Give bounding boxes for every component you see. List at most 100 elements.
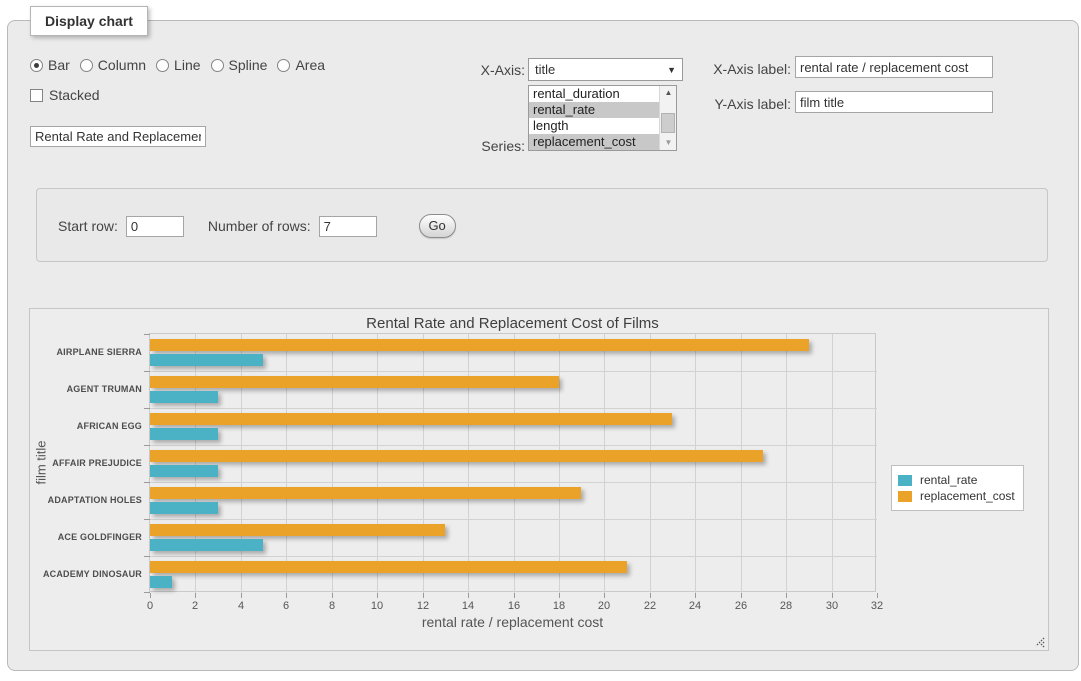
- x-axis-label-input[interactable]: [795, 56, 993, 78]
- series-option-rental_duration[interactable]: rental_duration: [529, 86, 659, 102]
- chart-type-radio-bar[interactable]: Bar: [30, 57, 70, 73]
- bar-rental_rate: [150, 539, 263, 551]
- chart-type-radio-area[interactable]: Area: [277, 57, 325, 73]
- x-tick-label: 28: [773, 600, 799, 612]
- fieldset-legend: Display chart: [30, 6, 148, 36]
- x-axis-label-label: X-Axis label:: [701, 61, 791, 77]
- scroll-down-icon[interactable]: ▼: [660, 136, 677, 150]
- bar-replacement_cost: [150, 339, 809, 351]
- x-tick: [241, 593, 242, 598]
- legend-swatch: [898, 475, 912, 486]
- bar-replacement_cost: [150, 524, 445, 536]
- x-tick-label: 4: [228, 600, 254, 612]
- legend-label: replacement_cost: [920, 489, 1015, 503]
- gridline: [741, 334, 742, 593]
- chart-title: Rental Rate and Replacement Cost of Film…: [149, 315, 876, 332]
- x-tick: [786, 593, 787, 598]
- legend-item-rental_rate: rental_rate: [898, 473, 1015, 487]
- x-tick: [650, 593, 651, 598]
- x-tick-label: 30: [819, 600, 845, 612]
- x-tick: [604, 593, 605, 598]
- radio-icon: [211, 59, 224, 72]
- number-of-rows-input[interactable]: [319, 216, 377, 237]
- bar-replacement_cost: [150, 413, 672, 425]
- stacked-checkbox[interactable]: [30, 89, 43, 102]
- bar-rental_rate: [150, 576, 172, 588]
- resize-handle-icon[interactable]: [1034, 636, 1046, 648]
- bar-rental_rate: [150, 428, 218, 440]
- y-tick: [144, 519, 150, 520]
- x-tick: [877, 593, 878, 598]
- y-tick: [144, 556, 150, 557]
- radio-label: Spline: [229, 57, 268, 73]
- x-tick: [286, 593, 287, 598]
- x-tick-label: 24: [682, 600, 708, 612]
- rows-panel-content: Start row: Number of rows: Go: [58, 214, 456, 238]
- stacked-checkbox-row[interactable]: Stacked: [30, 87, 100, 103]
- chevron-down-icon: ▼: [667, 65, 676, 75]
- legend-item-replacement_cost: replacement_cost: [898, 489, 1015, 503]
- gridline: [150, 445, 877, 446]
- series-options: rental_durationrental_ratelengthreplacem…: [529, 86, 676, 150]
- x-tick-label: 12: [410, 600, 436, 612]
- start-row-label: Start row:: [58, 218, 118, 234]
- start-row-input[interactable]: [126, 216, 184, 237]
- x-tick: [695, 593, 696, 598]
- x-tick-label: 8: [319, 600, 345, 612]
- chart-type-radio-spline[interactable]: Spline: [211, 57, 268, 73]
- rows-panel: Start row: Number of rows: Go: [36, 188, 1048, 262]
- series-option-length[interactable]: length: [529, 118, 659, 134]
- y-tick: [144, 482, 150, 483]
- chart-type-radios: Bar Column Line Spline Area: [30, 57, 325, 73]
- y-tick: [144, 371, 150, 372]
- x-axis-select[interactable]: title ▼: [528, 58, 683, 81]
- category-label: AFRICAN EGG: [35, 408, 142, 445]
- category-label: ACADEMY DINOSAUR: [35, 556, 142, 593]
- scroll-up-icon[interactable]: ▲: [660, 86, 677, 100]
- gridline: [150, 482, 877, 483]
- gridline: [423, 334, 424, 593]
- x-tick: [514, 593, 515, 598]
- series-option-replacement_cost[interactable]: replacement_cost: [529, 134, 659, 150]
- gridline: [150, 519, 877, 520]
- x-tick: [423, 593, 424, 598]
- radio-icon: [30, 59, 43, 72]
- gridline: [377, 334, 378, 593]
- category-label: ADAPTATION HOLES: [35, 482, 142, 519]
- radio-label: Area: [295, 57, 325, 73]
- go-button[interactable]: Go: [419, 214, 456, 238]
- x-tick-label: 26: [728, 600, 754, 612]
- series-scrollbar[interactable]: ▲ ▼: [659, 86, 676, 150]
- number-of-rows-label: Number of rows:: [208, 218, 311, 234]
- x-axis-select-label: X-Axis:: [455, 62, 525, 78]
- category-label: AIRPLANE SIERRA: [35, 334, 142, 371]
- gridline: [695, 334, 696, 593]
- scrollbar-thumb[interactable]: [661, 113, 675, 133]
- x-tick: [150, 593, 151, 598]
- gridline: [514, 334, 515, 593]
- gridline: [468, 334, 469, 593]
- x-axis-select-value: title: [535, 62, 667, 77]
- gridline: [559, 334, 560, 593]
- series-option-rental_rate[interactable]: rental_rate: [529, 102, 659, 118]
- chart-type-radio-column[interactable]: Column: [80, 57, 146, 73]
- y-axis-label-input[interactable]: [795, 91, 993, 113]
- y-tick: [144, 445, 150, 446]
- radio-label: Column: [98, 57, 146, 73]
- gridline: [650, 334, 651, 593]
- bar-replacement_cost: [150, 376, 559, 388]
- chart-title-input[interactable]: [30, 126, 206, 147]
- y-tick: [144, 334, 150, 335]
- radio-label: Bar: [48, 57, 70, 73]
- series-listbox[interactable]: rental_durationrental_ratelengthreplacem…: [528, 85, 677, 151]
- gridline: [241, 334, 242, 593]
- bar-replacement_cost: [150, 450, 763, 462]
- page: { "fieldset": { "legend": "Display chart…: [0, 0, 1081, 681]
- radio-label: Line: [174, 57, 200, 73]
- x-tick: [559, 593, 560, 598]
- bar-rental_rate: [150, 465, 218, 477]
- x-tick: [377, 593, 378, 598]
- chart-type-radio-line[interactable]: Line: [156, 57, 200, 73]
- category-label: ACE GOLDFINGER: [35, 519, 142, 556]
- radio-icon: [277, 59, 290, 72]
